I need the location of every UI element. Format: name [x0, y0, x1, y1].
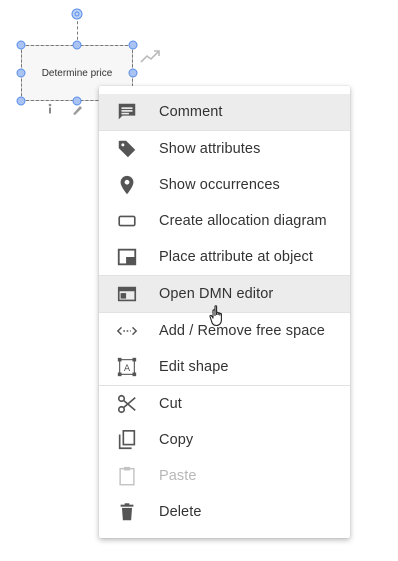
trash-icon — [116, 501, 138, 523]
menu-item-label: Cut — [159, 396, 182, 412]
resize-handle-n[interactable] — [72, 40, 82, 50]
menu-item-label: Place attribute at object — [159, 249, 314, 265]
dmn-editor-icon — [116, 283, 138, 305]
place-attribute-icon — [116, 246, 138, 268]
resize-handle-sw[interactable] — [16, 96, 26, 106]
free-space-icon — [116, 320, 138, 342]
menu-item-show-attributes[interactable]: Show attributes — [99, 130, 350, 167]
info-icon[interactable] — [45, 103, 55, 115]
brush-icon[interactable] — [71, 103, 85, 115]
resize-handle-ne[interactable] — [128, 40, 138, 50]
menu-item-label: Comment — [159, 104, 223, 120]
rectangle-icon — [116, 210, 138, 232]
svg-text:A: A — [124, 363, 131, 374]
menu-item-label: Add / Remove free space — [159, 323, 325, 339]
scissors-icon — [116, 393, 138, 415]
resize-handle-w[interactable] — [16, 68, 26, 78]
trend-icon[interactable] — [140, 48, 162, 64]
copy-icon — [116, 429, 138, 451]
menu-item-label: Open DMN editor — [159, 286, 274, 302]
comment-icon — [116, 101, 138, 123]
menu-item-delete[interactable]: Delete — [99, 494, 350, 530]
menu-item-label: Show occurrences — [159, 177, 280, 193]
menu-item-paste: Paste — [99, 458, 350, 494]
menu-item-comment[interactable]: Comment — [99, 94, 350, 130]
menu-item-create-allocation-diagram[interactable]: Create allocation diagram — [99, 203, 350, 239]
menu-item-label: Edit shape — [159, 359, 229, 375]
resize-handle-e[interactable] — [128, 68, 138, 78]
menu-item-label: Create allocation diagram — [159, 213, 327, 229]
menu-item-label: Delete — [159, 504, 202, 520]
menu-item-cut[interactable]: Cut — [99, 385, 350, 422]
resize-handle-nw[interactable] — [16, 40, 26, 50]
location-pin-icon — [116, 174, 138, 196]
menu-item-label: Copy — [159, 432, 194, 448]
menu-item-copy[interactable]: Copy — [99, 422, 350, 458]
menu-item-show-occurrences[interactable]: Show occurrences — [99, 167, 350, 203]
menu-item-label: Show attributes — [159, 141, 261, 157]
menu-item-edit-shape[interactable]: A Edit shape — [99, 349, 350, 385]
edit-shape-icon: A — [116, 356, 138, 378]
menu-item-place-attribute[interactable]: Place attribute at object — [99, 239, 350, 275]
rotate-handle[interactable] — [71, 8, 83, 20]
clipboard-icon — [116, 465, 138, 487]
hand-cursor-icon — [209, 305, 222, 327]
menu-item-label: Paste — [159, 468, 197, 484]
tag-icon — [116, 138, 138, 160]
